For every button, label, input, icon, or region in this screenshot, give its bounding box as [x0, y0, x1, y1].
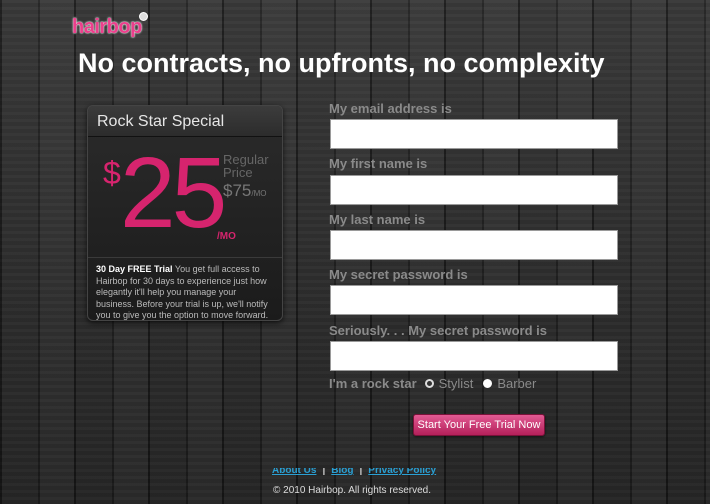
first-name-field[interactable] [330, 175, 618, 205]
price-area: $ 25 /MO Regular Price $75/MO [88, 137, 282, 258]
last-name-field[interactable] [330, 230, 618, 260]
confirm-password-label: Seriously. . . My secret password is [329, 323, 547, 338]
page-headline: No contracts, no upfronts, no complexity [78, 48, 605, 78]
last-name-label: My last name is [329, 212, 426, 227]
footer-links: About Us | Blog | Privacy Policy [272, 468, 444, 478]
password-label: My secret password is [329, 267, 468, 282]
email-field[interactable] [330, 119, 618, 149]
stylist-radio[interactable] [424, 379, 434, 388]
regular-price: $75/MO [223, 181, 266, 201]
trial-description: 30 Day FREE Trial You get full access to… [88, 258, 282, 320]
stylist-option-label[interactable]: Stylist [439, 376, 474, 391]
footer-link-privacy[interactable]: Privacy Policy [368, 468, 436, 476]
footer-separator: | [322, 468, 326, 476]
barber-option-label[interactable]: Barber [497, 376, 536, 391]
first-name-label: My first name is [329, 156, 428, 171]
footer-link-blog[interactable]: Blog [331, 468, 353, 476]
role-label: I'm a rock star [329, 376, 417, 391]
regular-price-per: /MO [251, 189, 267, 198]
regular-price-value: $75 [223, 181, 252, 200]
confirm-password-field[interactable] [330, 341, 618, 371]
trial-title: 30 Day FREE Trial [96, 264, 173, 274]
regular-price-label: Regular Price [223, 152, 269, 180]
role-selector: I'm a rock star Stylist Barber [329, 376, 546, 391]
price-currency: $ [103, 155, 121, 191]
price-per-month: /MO [217, 231, 236, 242]
price-amount: 25 [120, 137, 227, 249]
footer-link-about[interactable]: About Us [272, 468, 316, 476]
footer-separator: | [359, 468, 363, 476]
logo-dot-icon [138, 12, 148, 21]
logo-text: hairbop [72, 16, 142, 38]
hairbop-logo[interactable]: hairbop [72, 12, 148, 39]
pricing-card: Rock Star Special $ 25 /MO Regular Price… [87, 105, 283, 321]
pricing-card-title: Rock Star Special [88, 106, 282, 137]
barber-radio[interactable] [483, 379, 493, 388]
password-field[interactable] [330, 285, 618, 315]
start-free-trial-button[interactable]: Start Your Free Trial Now [413, 414, 545, 436]
copyright: © 2010 Hairbop. All rights reserved. [273, 485, 432, 496]
email-label: My email address is [329, 101, 452, 116]
